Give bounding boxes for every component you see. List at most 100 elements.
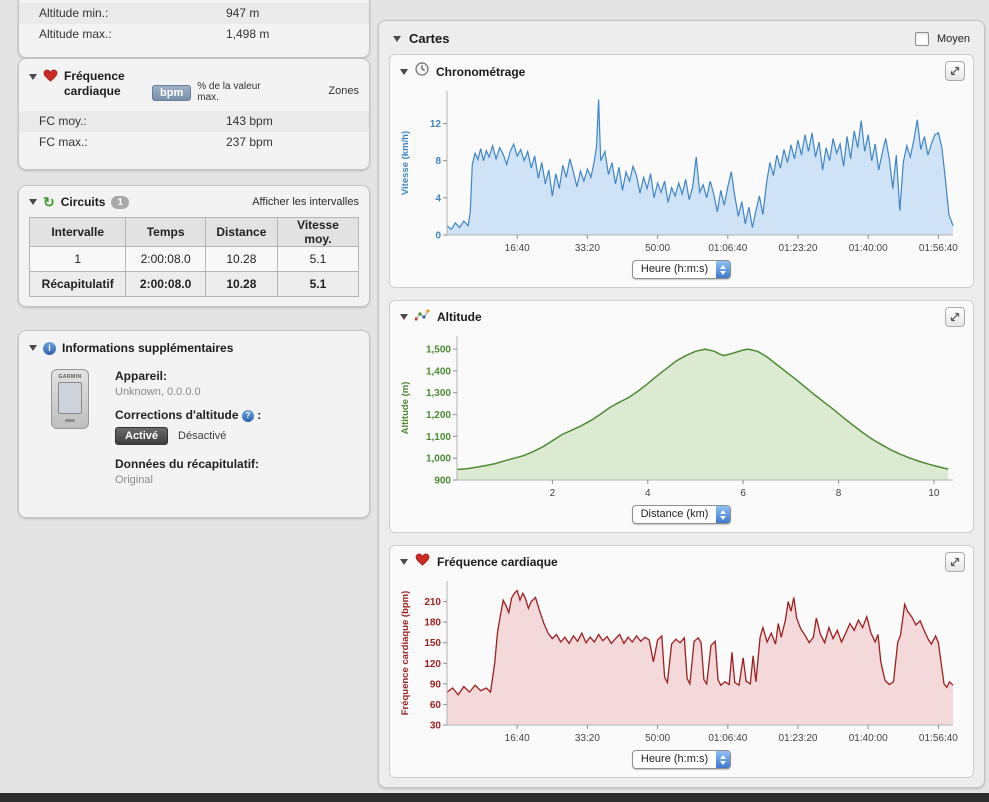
svg-text:01:23:20: 01:23:20 <box>778 243 817 254</box>
altitude-chart[interactable]: 900 1,000 1,100 1,200 1,300 1,400 1,500 2 4 6 8 10 A… <box>397 328 967 506</box>
device-icon: GARMIN <box>51 369 89 429</box>
expand-icon[interactable] <box>945 61 965 81</box>
row-value: 237 bpm <box>226 135 273 149</box>
help-icon[interactable]: ? <box>241 409 254 422</box>
svg-text:16:40: 16:40 <box>504 733 529 744</box>
hr-row: FC max.: 237 bpm <box>19 132 369 153</box>
table-cell: 5.1 <box>276 271 360 297</box>
expand-icon[interactable] <box>945 552 965 572</box>
table-row: 1 2:00:08.0 10.28 5.1 <box>28 246 360 272</box>
table-cell: 10.28 <box>204 271 278 297</box>
svg-text:33:20: 33:20 <box>574 733 599 744</box>
table-cell: 10.28 <box>204 246 278 272</box>
colon-text: : <box>257 408 262 422</box>
svg-text:1,400: 1,400 <box>425 366 450 377</box>
svg-text:01:40:00: 01:40:00 <box>848 733 887 744</box>
svg-text:180: 180 <box>424 618 441 629</box>
average-checkbox-label: Moyen <box>936 32 970 45</box>
stepper-icon <box>716 751 731 768</box>
heart-icon <box>415 553 430 571</box>
table-cell: Récapitulatif <box>28 271 127 297</box>
table-cell: 2:00:08.0 <box>125 271 206 297</box>
column-header: Intervalle <box>28 217 127 247</box>
summary-data-value: Original <box>115 474 153 486</box>
panel-title: Circuits <box>60 195 106 209</box>
row-value: 143 bpm <box>226 114 273 128</box>
svg-text:90: 90 <box>429 679 441 690</box>
altitude-summary-panel: Altitude min.: 947 m Altitude max.: 1,49… <box>18 0 370 58</box>
svg-text:01:23:20: 01:23:20 <box>778 733 817 744</box>
enabled-button[interactable]: Activé <box>115 427 169 445</box>
svg-text:1,000: 1,000 <box>425 454 450 465</box>
row-value: 947 m <box>226 6 260 20</box>
disclosure-triangle-icon[interactable] <box>29 345 37 351</box>
x-axis-select-value: Distance (km) <box>640 508 709 520</box>
expand-icon[interactable] <box>945 307 965 327</box>
disclosure-triangle-icon[interactable] <box>393 35 401 42</box>
chart-title: Chronométrage <box>436 64 526 79</box>
disclosure-triangle-icon[interactable] <box>400 559 408 565</box>
zones-toggle[interactable]: Zones <box>328 85 359 97</box>
average-checkbox[interactable] <box>914 31 929 46</box>
panel-title: Informations supplémentaires <box>62 341 234 355</box>
row-value: 1,498 m <box>226 27 270 41</box>
timing-chart-panel: Chronométrage 0 4 8 12 16:40 33:20 50:00 01:06:… <box>389 54 974 288</box>
row-label: Altitude max.: <box>39 27 112 41</box>
svg-text:Fréquence cardiaque (bpm): Fréquence cardiaque (bpm) <box>400 591 411 716</box>
x-axis-select[interactable]: Heure (h:m:s) <box>631 260 732 279</box>
svg-text:60: 60 <box>429 700 441 711</box>
disabled-option[interactable]: Désactivé <box>178 430 226 442</box>
additional-info-panel: i Informations supplémentaires GARMIN Ap… <box>18 330 370 518</box>
x-axis-select[interactable]: Heure (h:m:s) <box>631 750 732 769</box>
column-header: Vitesse moy. <box>276 217 360 247</box>
column-header: Temps <box>125 217 206 247</box>
svg-text:01:06:40: 01:06:40 <box>708 733 747 744</box>
x-axis-select[interactable]: Distance (km) <box>631 505 732 524</box>
svg-text:16:40: 16:40 <box>504 243 529 254</box>
summary-data-label: Données du récapitulatif: <box>115 457 260 471</box>
laps-table: Intervalle Temps Distance Vitesse moy. 1… <box>28 217 360 297</box>
table-cell: 5.1 <box>276 246 360 272</box>
svg-text:2: 2 <box>549 488 555 499</box>
info-icon: i <box>43 341 56 355</box>
table-row-summary: Récapitulatif 2:00:08.0 10.28 5.1 <box>28 271 360 297</box>
x-axis-select-value: Heure (h:m:s) <box>640 263 709 275</box>
x-axis-select-value: Heure (h:m:s) <box>640 753 709 765</box>
disclosure-triangle-icon[interactable] <box>400 314 408 320</box>
svg-text:30: 30 <box>429 721 441 732</box>
chart-title: Altitude <box>437 310 482 324</box>
svg-text:01:06:40: 01:06:40 <box>708 243 747 254</box>
bpm-toggle-button[interactable]: bpm <box>152 85 192 101</box>
summary-row: Altitude max.: 1,498 m <box>19 24 369 45</box>
clock-icon <box>415 62 429 81</box>
device-value: Unknown, 0.0.0.0 <box>115 386 201 398</box>
svg-text:0: 0 <box>435 231 441 242</box>
row-label: Altitude min.: <box>39 6 109 20</box>
device-button <box>65 419 75 422</box>
elevation-corrections-label: Corrections d'altitude ? : <box>115 408 261 422</box>
disclosure-triangle-icon[interactable] <box>400 68 408 75</box>
svg-text:50:00: 50:00 <box>645 733 670 744</box>
svg-text:1,100: 1,100 <box>425 432 450 443</box>
charts-container: Cartes Moyen Chronométrage 0 4 8 12 16:40 33:… <box>378 20 985 788</box>
summary-row: Altitude min.: 947 m <box>19 3 369 24</box>
disclosure-triangle-icon[interactable] <box>29 199 37 205</box>
disclosure-triangle-icon[interactable] <box>29 74 37 80</box>
heart-rate-chart-panel: Fréquence cardiaque 30 60 90 120 150 180 210 16… <box>389 545 974 778</box>
svg-text:10: 10 <box>928 488 940 499</box>
svg-text:12: 12 <box>429 119 441 130</box>
lap-count-badge: 1 <box>111 195 129 209</box>
svg-text:6: 6 <box>740 488 746 499</box>
svg-text:50:00: 50:00 <box>645 243 670 254</box>
svg-text:900: 900 <box>434 476 451 487</box>
svg-text:01:40:00: 01:40:00 <box>848 243 887 254</box>
speed-chart[interactable]: 0 4 8 12 16:40 33:20 50:00 01:06:40 01:23:20 01:4… <box>397 83 967 261</box>
svg-text:8: 8 <box>435 156 441 167</box>
percent-max-toggle[interactable]: % de la valeur max. <box>197 81 263 103</box>
activity-page: Altitude min.: 947 m Altitude max.: 1,49… <box>0 0 989 802</box>
svg-text:33:20: 33:20 <box>574 243 599 254</box>
svg-text:4: 4 <box>435 193 441 204</box>
show-intervals-link[interactable]: Afficher les intervalles <box>252 196 359 208</box>
heart-rate-chart[interactable]: 30 60 90 120 150 180 210 16:40 33:20 50:00 01:06:4… <box>397 573 967 751</box>
svg-text:1,500: 1,500 <box>425 345 450 356</box>
